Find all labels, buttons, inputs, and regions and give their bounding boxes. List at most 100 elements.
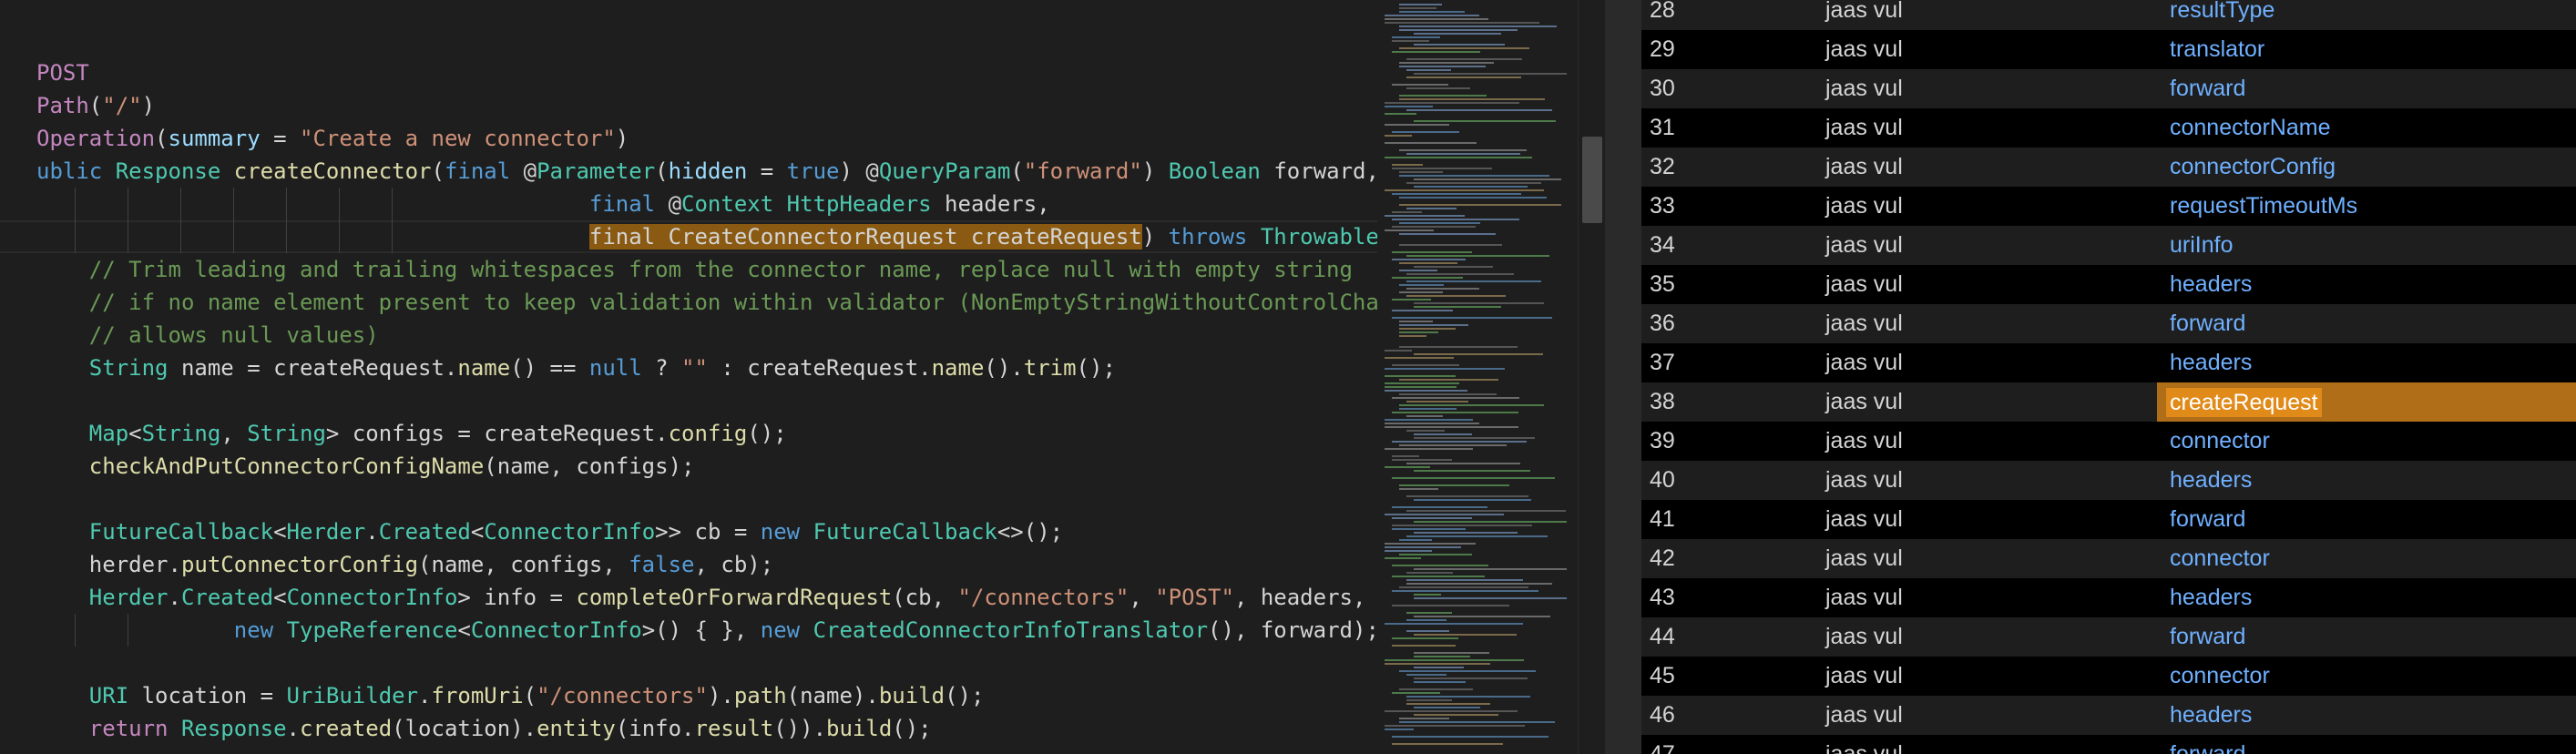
row-variable-link[interactable]: headers [2170,271,2252,298]
row-number: 46 [1650,702,1675,728]
minimap-line [1392,455,1419,457]
table-row[interactable]: 46 jaas vul headers [1641,696,2576,735]
code-token: ConnectorInfo [470,617,642,643]
table-row[interactable]: 41 jaas vul forward [1641,500,2576,539]
code-token: // allows null values) [36,322,379,348]
minimap-line [1385,15,1479,16]
table-row[interactable]: 34 jaas vul uriInfo [1641,226,2576,265]
minimap-line [1392,645,1456,647]
table-row[interactable]: 40 jaas vul headers [1641,461,2576,500]
row-variable-link[interactable]: resultType [2170,0,2274,24]
minimap-line [1399,66,1486,67]
row-variable-link[interactable]: forward [2170,624,2245,650]
row-variable-link[interactable]: connectorName [2170,115,2330,141]
row-variable-link[interactable]: createRequest [2166,387,2322,417]
row-variable-link[interactable]: translator [2170,36,2264,63]
minimap-line [1392,219,1519,220]
table-row[interactable]: 29 jaas vul translator [1641,30,2576,69]
minimap-line [1385,546,1461,548]
minimap-line [1399,7,1436,9]
table-row[interactable]: 31 jaas vul connectorName [1641,108,2576,148]
row-variable-link[interactable]: connector [2170,663,2270,689]
table-row[interactable]: 28 jaas vul resultType [1641,0,2576,30]
selected-text: final CreateConnectorRequest createReque… [588,224,1142,250]
minimap-line [1406,280,1541,282]
minimap-line [1385,543,1476,545]
row-variable-link[interactable]: forward [2170,311,2245,337]
row-variable-link[interactable]: uriInfo [2170,232,2233,259]
minimap-line [1385,466,1430,468]
table-row[interactable]: 33 jaas vul requestTimeoutMs [1641,187,2576,226]
code-line: return Response.created(location).entity… [36,712,932,745]
minimap-line [1399,335,1426,337]
code-token: (name, configs); [484,453,695,479]
table-row[interactable]: 47 jaas vul forward [1641,735,2576,754]
table-row[interactable]: 32 jaas vul connectorConfig [1641,148,2576,187]
code-token: Response [180,716,287,741]
table-row[interactable]: 39 jaas vul connector [1641,422,2576,461]
minimap-line [1392,692,1440,694]
minimap-line [1414,73,1567,75]
code-editor[interactable]: POST Path("/") Operation(summary = "Create… [0,0,1377,754]
editor-scrollbar[interactable] [1578,0,1606,754]
minimap-line [1385,22,1539,24]
minimap-line [1414,678,1528,679]
minimap-line [1414,652,1489,654]
code-token: (name). [786,683,879,708]
minimap-line [1392,459,1452,461]
scrollbar-thumb[interactable] [1582,137,1602,223]
minimap-line [1414,594,1441,596]
table-row[interactable]: 36 jaas vul forward [1641,304,2576,343]
code-token: >() { }, [641,617,761,643]
table-row[interactable]: 43 jaas vul headers [1641,578,2576,617]
row-variable-link[interactable]: headers [2170,350,2252,376]
minimap-line [1385,390,1467,392]
code-token: build [878,683,946,708]
code-token: "/connectors" [957,585,1130,610]
minimap-line [1392,590,1538,592]
table-row[interactable]: 38 jaas vul createRequest [1641,382,2576,422]
minimap-line [1399,98,1545,100]
minimap[interactable] [1377,0,1578,754]
minimap-line [1399,539,1432,541]
row-variable-link[interactable]: connectorConfig [2170,154,2336,180]
code-token: CreatedConnectorInfoTranslator [813,617,1209,643]
minimap-line [1399,721,1555,723]
table-row[interactable]: 35 jaas vul headers [1641,265,2576,304]
minimap-line [1385,557,1421,559]
row-variable-link[interactable]: headers [2170,702,2252,729]
code-line: POST [36,56,89,89]
row-variable-link[interactable]: connector [2170,428,2270,454]
code-token: created [300,716,393,741]
minimap-line [1385,725,1525,727]
table-row[interactable]: 30 jaas vul forward [1641,69,2576,108]
minimap-line [1392,637,1458,639]
minimap-line [1406,87,1470,89]
row-variable-link[interactable]: connector [2170,545,2270,572]
row-variable-link[interactable]: requestTimeoutMs [2170,193,2357,219]
table-row[interactable]: 45 jaas vul connector [1641,657,2576,696]
code-token: putConnectorConfig [180,552,419,577]
code-line: // Trim leading and trailing whitespaces… [36,253,1353,286]
table-row[interactable]: 37 jaas vul headers [1641,343,2576,382]
row-variable-link[interactable]: headers [2170,585,2252,611]
code-token: return [88,716,169,741]
minimap-line [1392,506,1487,508]
minimap-line [1392,193,1521,195]
code-token: "POST" [1155,585,1234,610]
code-token: , [220,421,248,446]
row-variable-link[interactable]: headers [2170,467,2252,494]
panel-divider[interactable] [1605,0,1641,754]
minimap-line [1406,535,1548,537]
row-type: jaas vul [1825,36,1903,62]
minimap-line [1385,215,1465,217]
table-row[interactable]: 42 jaas vul connector [1641,539,2576,578]
table-row[interactable]: 44 jaas vul forward [1641,617,2576,657]
row-variable-link[interactable]: forward [2170,741,2245,754]
minimap-line [1414,521,1567,523]
row-variable-link[interactable]: forward [2170,76,2245,102]
row-number: 38 [1650,389,1675,414]
row-variable-link[interactable]: forward [2170,506,2245,533]
